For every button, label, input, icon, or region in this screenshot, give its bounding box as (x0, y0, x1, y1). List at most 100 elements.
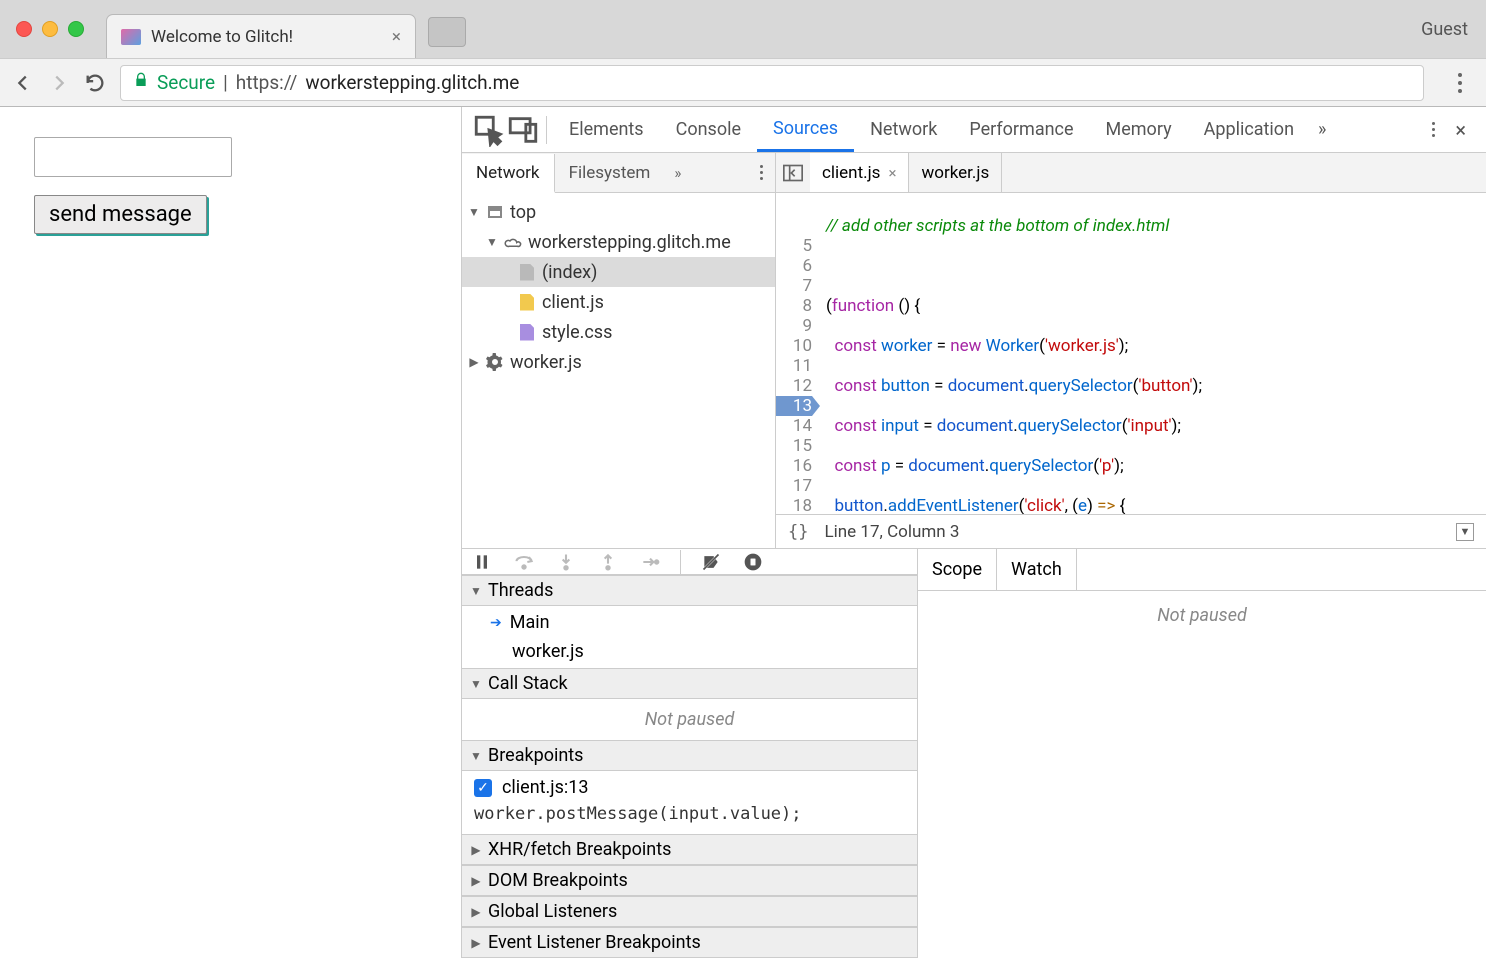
breakpoint-code: worker.postMessage(input.value); (462, 802, 917, 832)
device-mode-button[interactable] (506, 113, 540, 147)
navigator-tab-network[interactable]: Network (462, 154, 555, 193)
navbar: Secure | https:// workerstepping.glitch.m… (0, 58, 1486, 106)
cursor-position: Line 17, Column 3 (824, 522, 959, 542)
tree-domain-label: workerstepping.glitch.me (528, 232, 731, 253)
profile-label[interactable]: Guest (1421, 19, 1468, 40)
browser-menu-button[interactable] (1446, 73, 1474, 93)
callstack-status: Not paused (462, 701, 917, 738)
tree-file-stylecss[interactable]: style.css (462, 317, 775, 347)
url-protocol: https:// (236, 71, 298, 94)
navigator-tabs: Network Filesystem » (462, 153, 775, 193)
global-listeners-section[interactable]: Global Listeners (462, 896, 917, 927)
pause-button[interactable] (470, 550, 494, 574)
tab-memory[interactable]: Memory (1090, 107, 1188, 152)
navigator-tab-filesystem[interactable]: Filesystem (555, 153, 665, 192)
separator (680, 550, 681, 574)
tab-sources[interactable]: Sources (757, 107, 854, 152)
tree-file-index[interactable]: (index) (462, 257, 775, 287)
devtools-tabs: Elements Console Sources Network Perform… (462, 107, 1486, 153)
devtools: Elements Console Sources Network Perform… (462, 107, 1486, 958)
send-message-button[interactable]: send message (34, 195, 207, 234)
debugger-right: Scope Watch Not paused (918, 549, 1486, 958)
pretty-print-button[interactable]: {} (788, 522, 808, 542)
tree-worker-label: worker.js (510, 352, 582, 373)
forward-button[interactable] (48, 72, 70, 94)
deactivate-breakpoints-button[interactable] (699, 550, 723, 574)
breakpoint-checkbox[interactable]: ✓ (474, 779, 492, 797)
code-editor[interactable]: 56789101112131415161718 // add other scr… (776, 193, 1486, 514)
toggle-navigator-button[interactable] (776, 164, 810, 182)
content: send message Elements Console Sources Ne… (0, 107, 1486, 958)
watch-tab[interactable]: Watch (997, 549, 1077, 590)
close-window-button[interactable] (16, 21, 32, 37)
tree-top[interactable]: top (462, 197, 775, 227)
event-listener-breakpoints-section[interactable]: Event Listener Breakpoints (462, 927, 917, 958)
devtools-menu-button[interactable] (1422, 122, 1445, 137)
dom-breakpoints-section[interactable]: DOM Breakpoints (462, 865, 917, 896)
close-tab-button[interactable]: × (392, 27, 401, 47)
debugger-pane: Threads ➔Main worker.js Call Stack Not p… (462, 548, 1486, 958)
editor-status-bar: {} Line 17, Column 3 ▼ (776, 514, 1486, 548)
back-button[interactable] (12, 72, 34, 94)
debug-controls (462, 549, 917, 575)
tree-top-label: top (510, 202, 536, 223)
close-devtools-button[interactable]: × (1445, 118, 1476, 142)
gutter[interactable]: 56789101112131415161718 (776, 193, 818, 514)
address-bar[interactable]: Secure | https:// workerstepping.glitch.m… (120, 65, 1424, 101)
lock-icon (133, 71, 149, 94)
message-input[interactable] (34, 137, 232, 177)
step-button[interactable] (638, 550, 662, 574)
tab-elements[interactable]: Elements (553, 107, 660, 152)
separator (546, 116, 547, 144)
step-out-button[interactable] (596, 550, 620, 574)
tab-title: Welcome to Glitch! (151, 27, 382, 47)
window-controls (16, 21, 84, 37)
browser-chrome: Welcome to Glitch! × Guest Secure | http… (0, 0, 1486, 107)
url-host: workerstepping.glitch.me (305, 71, 519, 94)
new-tab-button[interactable] (428, 17, 466, 47)
tab-network[interactable]: Network (854, 107, 953, 152)
step-into-button[interactable] (554, 550, 578, 574)
devtools-body: Network Filesystem » top workerstepping.… (462, 153, 1486, 548)
breakpoint-location: client.js:13 (502, 777, 588, 798)
favicon-icon (121, 29, 141, 45)
maximize-window-button[interactable] (68, 21, 84, 37)
titlebar: Welcome to Glitch! × Guest (0, 0, 1486, 58)
tree-clientjs-label: client.js (542, 292, 604, 313)
breakpoint-item[interactable]: ✓ client.js:13 (462, 773, 917, 802)
more-navigator-tabs[interactable]: » (664, 164, 691, 182)
active-thread-icon: ➔ (490, 615, 502, 631)
xhr-breakpoints-section[interactable]: XHR/fetch Breakpoints (462, 834, 917, 865)
callstack-section[interactable]: Call Stack (462, 668, 917, 699)
scope-tab[interactable]: Scope (918, 549, 997, 590)
breakpoints-section[interactable]: Breakpoints (462, 740, 917, 771)
navigator-menu-button[interactable] (748, 165, 775, 180)
minimize-window-button[interactable] (42, 21, 58, 37)
threads-section[interactable]: Threads (462, 575, 917, 606)
more-tabs-button[interactable]: » (1310, 119, 1334, 140)
tree-index-label: (index) (542, 262, 597, 283)
editor-tab-clientjs[interactable]: client.js× (810, 153, 909, 192)
url-separator: | (223, 71, 228, 94)
close-editor-tab-button[interactable]: × (888, 164, 896, 182)
editor-tab-workerjs[interactable]: worker.js (909, 153, 1002, 192)
file-tree: top workerstepping.glitch.me (index) cli… (462, 193, 775, 548)
browser-tab[interactable]: Welcome to Glitch! × (106, 14, 416, 58)
reload-button[interactable] (84, 72, 106, 94)
debugger-left: Threads ➔Main worker.js Call Stack Not p… (462, 549, 918, 958)
editor-tabs: client.js× worker.js (776, 153, 1486, 193)
tab-console[interactable]: Console (660, 107, 757, 152)
pause-on-exceptions-button[interactable] (741, 550, 765, 574)
tree-domain[interactable]: workerstepping.glitch.me (462, 227, 775, 257)
inspect-element-button[interactable] (472, 113, 506, 147)
tree-worker[interactable]: worker.js (462, 347, 775, 377)
tree-file-clientjs[interactable]: client.js (462, 287, 775, 317)
coverage-dropdown[interactable]: ▼ (1456, 523, 1474, 541)
tab-performance[interactable]: Performance (953, 107, 1089, 152)
scope-body: Not paused (918, 591, 1486, 958)
tab-application[interactable]: Application (1188, 107, 1310, 152)
step-over-button[interactable] (512, 550, 536, 574)
thread-main[interactable]: ➔Main (462, 608, 917, 637)
secure-label: Secure (157, 71, 215, 94)
thread-worker[interactable]: worker.js (462, 637, 917, 666)
